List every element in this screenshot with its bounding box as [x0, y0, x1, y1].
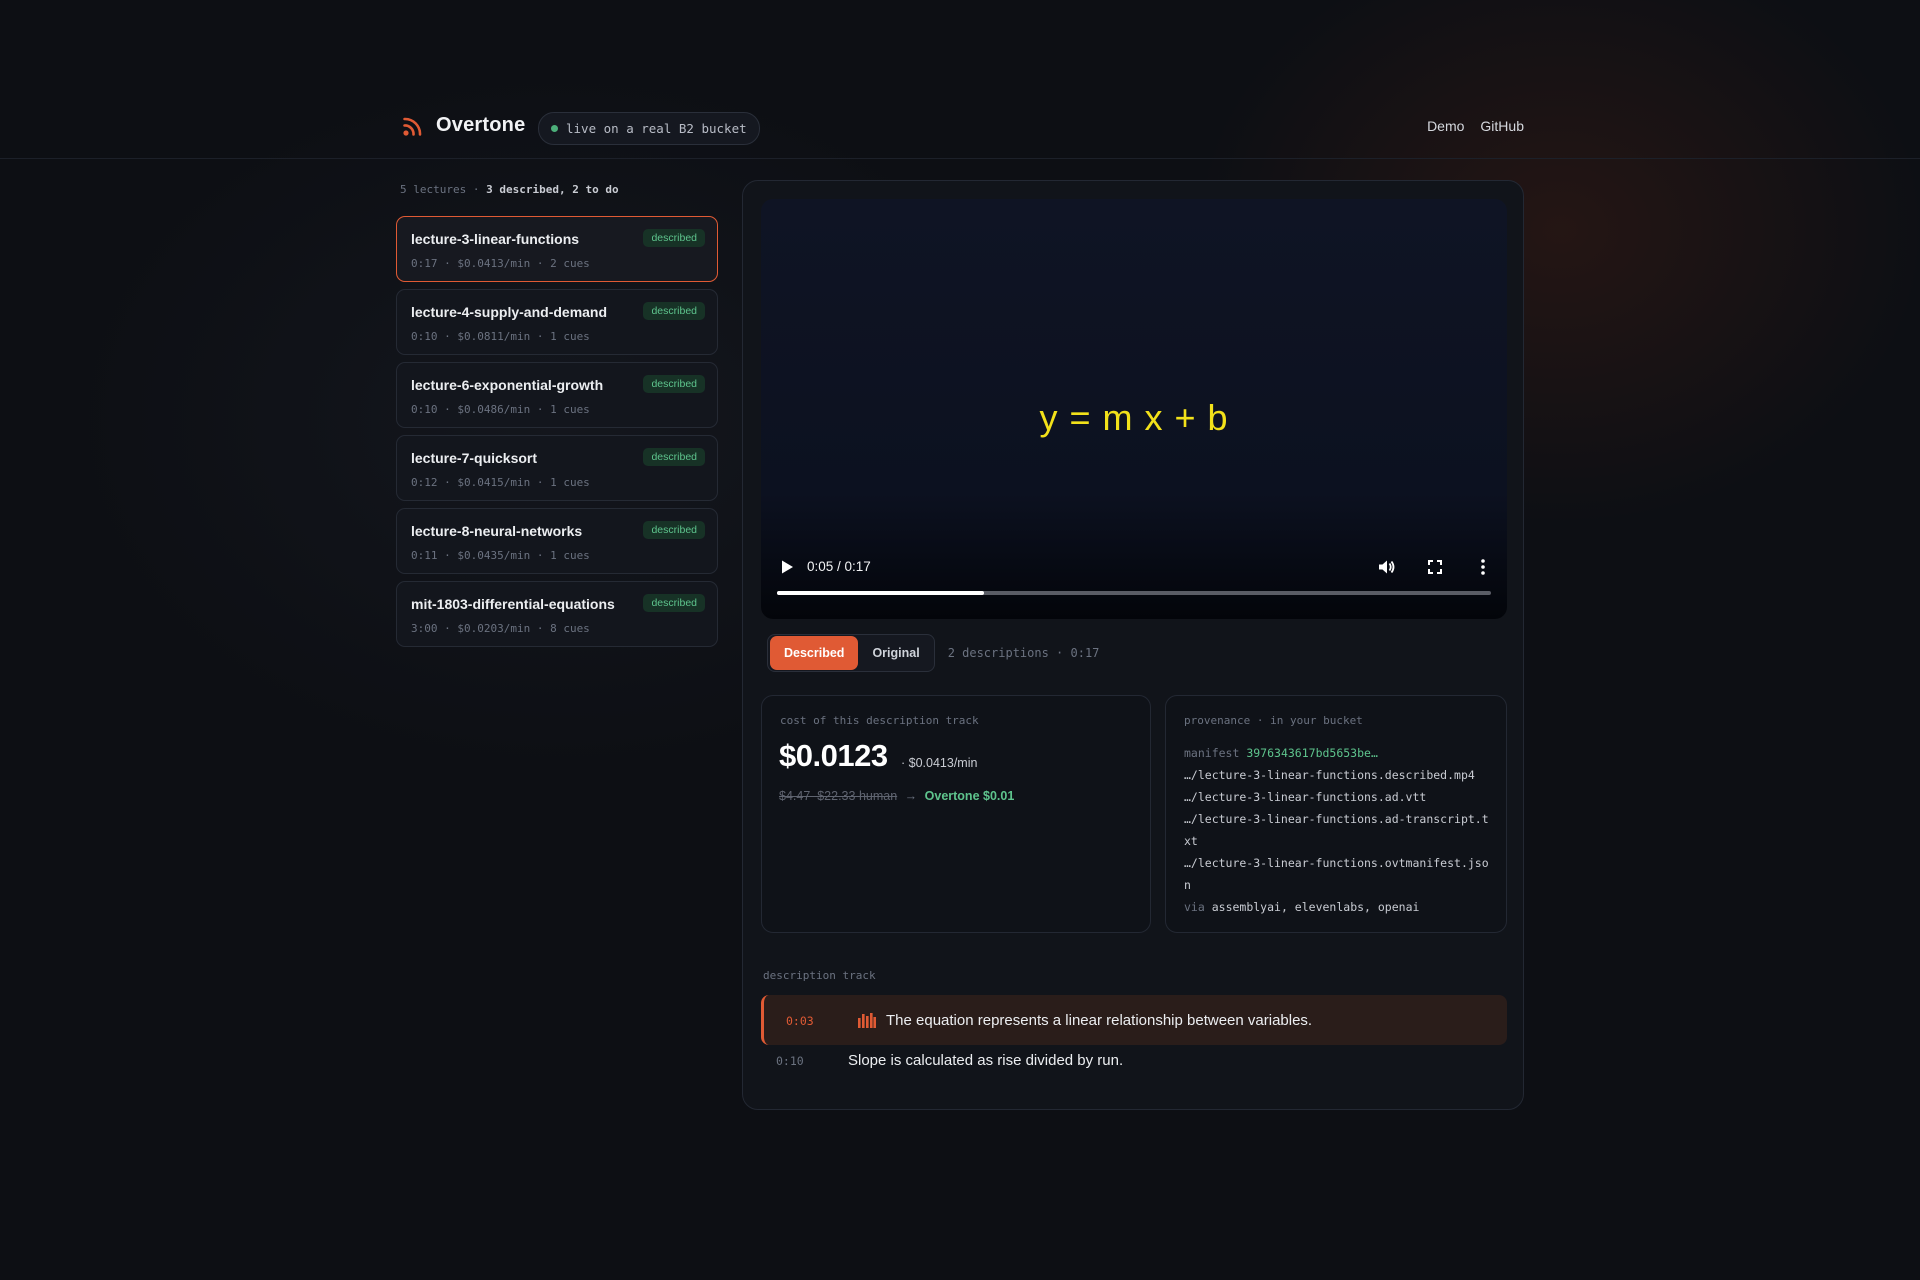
live-status-pill: live on a real B2 bucket — [538, 112, 760, 145]
lecture-title: lecture-6-exponential-growth — [411, 377, 604, 393]
lecture-status-summary: 3 described, 2 to do — [486, 183, 619, 196]
live-status-text: live on a real B2 bucket — [566, 121, 747, 136]
via-row: via assemblyai, elevenlabs, openai — [1184, 896, 1494, 918]
nav-github-link[interactable]: GitHub — [1480, 118, 1524, 134]
cost-card-label: cost of this description track — [780, 714, 979, 727]
cost-amount: $0.0123 — [779, 738, 888, 773]
status-badge: described — [643, 302, 705, 320]
status-badge: described — [643, 594, 705, 612]
lecture-title: lecture-4-supply-and-demand — [411, 304, 608, 320]
tabs-info: 2 descriptions · 0:17 — [947, 646, 1100, 660]
brand-name: Overtone — [436, 114, 526, 136]
status-badge: described — [643, 229, 705, 247]
summary-separator: · — [472, 183, 480, 196]
lecture-meta: 3:00 · $0.0203/min · 8 cues — [411, 622, 590, 635]
lecture-title: mit-1803-differential-equations — [411, 596, 615, 612]
tab-described[interactable]: Described — [770, 636, 859, 670]
lecture-item[interactable]: lecture-6-exponential-growth 0:10 · $0.0… — [396, 362, 718, 428]
lecture-title: lecture-7-quicksort — [411, 450, 538, 466]
manifest-label: manifest — [1184, 746, 1240, 760]
nav-demo-link[interactable]: Demo — [1427, 118, 1464, 134]
via-label: via — [1184, 900, 1205, 914]
cue-time: 0:03 — [786, 1014, 814, 1028]
lecture-item[interactable]: lecture-4-supply-and-demand 0:10 · $0.08… — [396, 289, 718, 355]
provenance-card: provenance · in your bucket manifest 397… — [1165, 695, 1507, 933]
lecture-item[interactable]: mit-1803-differential-equations 3:00 · $… — [396, 581, 718, 647]
more-vert-icon[interactable] — [1473, 557, 1493, 577]
lecture-list: lecture-3-linear-functions 0:17 · $0.041… — [396, 216, 718, 654]
lecture-meta: 0:11 · $0.0435/min · 1 cues — [411, 549, 590, 562]
tab-original[interactable]: Original — [858, 634, 933, 672]
provenance-card-label: provenance · in your bucket — [1184, 714, 1363, 727]
cue-text: Slope is calculated as rise divided by r… — [848, 1052, 1124, 1069]
video-frame-equation: y = m x + b — [1039, 397, 1229, 438]
provenance-list: manifest 3976343617bd5653be… …/lecture-3… — [1184, 742, 1494, 918]
lecture-meta: 0:12 · $0.0415/min · 1 cues — [411, 476, 590, 489]
video-progress-bar[interactable] — [777, 591, 1491, 595]
cue-row[interactable]: 0:10 Slope is calculated as rise divided… — [761, 1035, 1507, 1085]
overtone-cost: Overtone $0.01 — [924, 789, 1015, 803]
brand[interactable]: Overtone — [402, 114, 525, 137]
lecture-item[interactable]: lecture-3-linear-functions 0:17 · $0.041… — [396, 216, 718, 282]
status-badge: described — [643, 448, 705, 466]
via-value: assemblyai, elevenlabs, openai — [1211, 900, 1420, 914]
cost-card: cost of this description track $0.0123 ·… — [761, 695, 1151, 933]
lecture-item[interactable]: lecture-7-quicksort 0:12 · $0.0415/min ·… — [396, 435, 718, 501]
cost-comparison: $4.47–$22.33 human → Overtone $0.01 — [779, 789, 1014, 803]
track-tabs: Described Original 2 descriptions · 0:17 — [767, 634, 1099, 672]
lecture-item[interactable]: lecture-8-neural-networks 0:11 · $0.0435… — [396, 508, 718, 574]
lecture-meta: 0:10 · $0.0811/min · 1 cues — [411, 330, 590, 343]
video-controls: 0:05 / 0:17 — [761, 539, 1507, 619]
cue-time: 0:10 — [776, 1054, 804, 1068]
lecture-title: lecture-3-linear-functions — [411, 231, 580, 247]
cost-rate: · $0.0413/min — [901, 756, 978, 770]
top-bar: Overtone live on a real B2 bucket Demo G… — [0, 0, 1920, 159]
provenance-file[interactable]: …/lecture-3-linear-functions.described.m… — [1184, 764, 1494, 786]
top-nav: Demo GitHub — [1427, 118, 1524, 134]
video-player[interactable]: y = m x + b 0:05 / 0:17 — [761, 199, 1507, 619]
description-track-label: description track — [763, 969, 876, 982]
lecture-list-summary: 5 lectures · 3 described, 2 to do — [400, 183, 619, 196]
arrow-right-icon: → — [904, 789, 918, 803]
fullscreen-icon[interactable] — [1425, 557, 1445, 577]
cue-text: The equation represents a linear relatio… — [886, 1012, 1313, 1029]
human-cost: $4.47–$22.33 human — [779, 789, 898, 803]
rss-icon — [403, 117, 422, 136]
lecture-count: 5 lectures — [400, 183, 467, 196]
status-badge: described — [643, 375, 705, 393]
provenance-file[interactable]: …/lecture-3-linear-functions.ad-transcri… — [1184, 808, 1494, 852]
provenance-file[interactable]: …/lecture-3-linear-functions.ad.vtt — [1184, 786, 1494, 808]
lecture-meta: 0:10 · $0.0486/min · 1 cues — [411, 403, 590, 416]
tab-group: Described Original — [767, 634, 935, 672]
volume-icon[interactable] — [1377, 557, 1397, 577]
status-badge: described — [643, 521, 705, 539]
lecture-meta: 0:17 · $0.0413/min · 2 cues — [411, 257, 590, 270]
play-icon[interactable] — [779, 559, 795, 575]
video-progress-fill — [777, 591, 985, 595]
audio-bars-icon — [858, 1013, 876, 1028]
provenance-file[interactable]: …/lecture-3-linear-functions.ovtmanifest… — [1184, 852, 1494, 896]
manifest-row: manifest 3976343617bd5653be… — [1184, 742, 1494, 764]
lecture-title: lecture-8-neural-networks — [411, 523, 583, 539]
lecture-detail-panel: y = m x + b 0:05 / 0:17 Described Origin… — [742, 180, 1524, 1110]
video-time: 0:05 / 0:17 — [807, 559, 871, 574]
manifest-hash[interactable]: 3976343617bd5653be… — [1246, 746, 1378, 760]
live-dot-icon — [551, 125, 558, 132]
